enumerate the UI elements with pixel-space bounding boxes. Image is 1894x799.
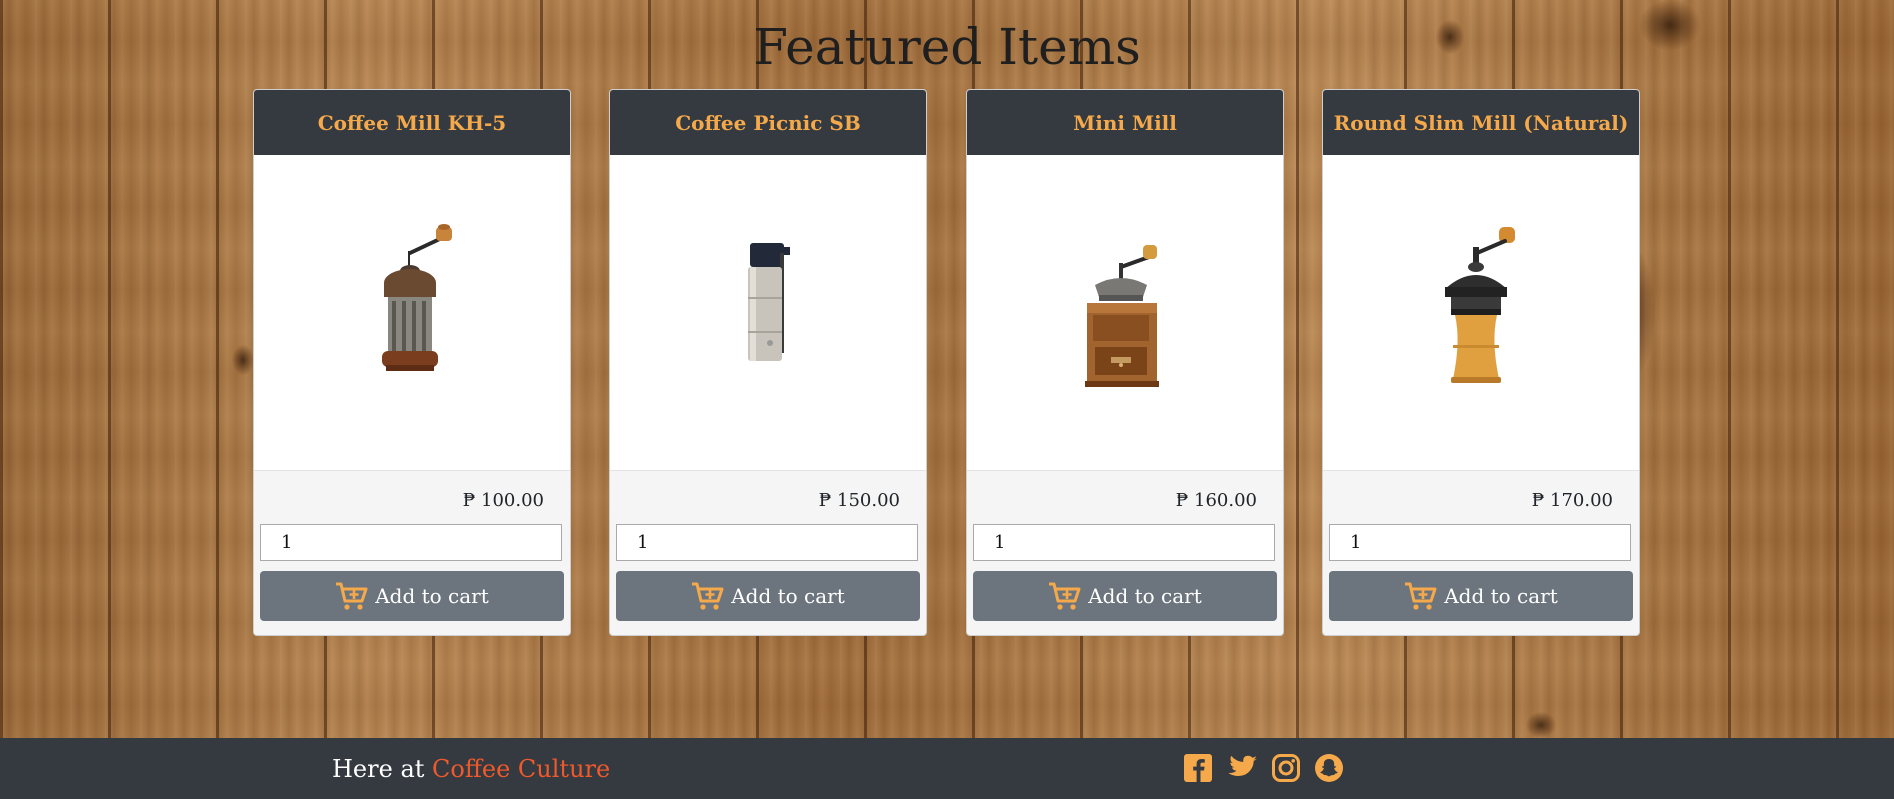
product-price: ₱ 100.00 bbox=[462, 490, 544, 511]
product-image bbox=[610, 155, 926, 471]
footer: Here at Coffee Culture bbox=[0, 738, 1894, 799]
mini-mill-image bbox=[1085, 244, 1159, 387]
product-image bbox=[254, 155, 570, 471]
cart-plus-icon bbox=[1404, 581, 1438, 611]
snapchat-icon[interactable] bbox=[1314, 753, 1344, 783]
product-price: ₱ 170.00 bbox=[1531, 490, 1613, 511]
add-to-cart-button[interactable]: Add to cart bbox=[260, 571, 564, 621]
product-title: Coffee Picnic SB bbox=[610, 90, 926, 155]
wood-knot bbox=[1526, 712, 1556, 738]
quantity-input[interactable] bbox=[1329, 524, 1631, 561]
product-card: Mini Mill ₱ 160.00 Add to ca bbox=[966, 89, 1284, 636]
social-links bbox=[1183, 753, 1344, 783]
footer-prefix: Here at bbox=[332, 755, 433, 783]
footer-tagline: Here at Coffee Culture bbox=[332, 755, 610, 783]
quantity-input[interactable] bbox=[260, 524, 562, 561]
add-to-cart-label: Add to cart bbox=[731, 584, 845, 608]
add-to-cart-label: Add to cart bbox=[1444, 584, 1558, 608]
instagram-icon[interactable] bbox=[1271, 753, 1301, 783]
cart-plus-icon bbox=[1048, 581, 1082, 611]
quantity-input[interactable] bbox=[973, 524, 1275, 561]
add-to-cart-button[interactable]: Add to cart bbox=[973, 571, 1277, 621]
product-image bbox=[1323, 155, 1639, 471]
product-title: Mini Mill bbox=[967, 90, 1283, 155]
coffee-mill-kh5-image bbox=[382, 223, 452, 371]
wood-knot bbox=[232, 345, 254, 375]
cart-plus-icon bbox=[691, 581, 725, 611]
product-card: Round Slim Mill (Natural) ₱ 170.00 1 Add… bbox=[1322, 89, 1640, 636]
product-price: ₱ 160.00 bbox=[1175, 490, 1257, 511]
twitter-icon[interactable] bbox=[1226, 753, 1258, 783]
add-to-cart-button[interactable]: Add to cart bbox=[616, 571, 920, 621]
product-title: Coffee Mill KH-5 bbox=[254, 90, 570, 155]
product-card: Coffee Mill KH-5 ₱ 100.00 1 Add to cart bbox=[253, 89, 571, 636]
product-title: Round Slim Mill (Natural) bbox=[1323, 90, 1639, 155]
brand-link[interactable]: Coffee Culture bbox=[432, 755, 610, 783]
product-price: ₱ 150.00 bbox=[818, 490, 900, 511]
add-to-cart-button[interactable]: Add to cart bbox=[1329, 571, 1633, 621]
add-to-cart-label: Add to cart bbox=[1088, 584, 1202, 608]
quantity-input[interactable] bbox=[616, 524, 918, 561]
round-slim-mill-image bbox=[1445, 226, 1515, 383]
product-card: Coffee Picnic SB ₱ 150.00 Add to cart bbox=[609, 89, 927, 636]
add-to-cart-label: Add to cart bbox=[375, 584, 489, 608]
coffee-picnic-sb-image bbox=[748, 242, 790, 361]
product-image bbox=[967, 155, 1283, 471]
page-title: Featured Items bbox=[753, 18, 1141, 76]
facebook-icon[interactable] bbox=[1183, 753, 1213, 783]
cart-plus-icon bbox=[335, 581, 369, 611]
